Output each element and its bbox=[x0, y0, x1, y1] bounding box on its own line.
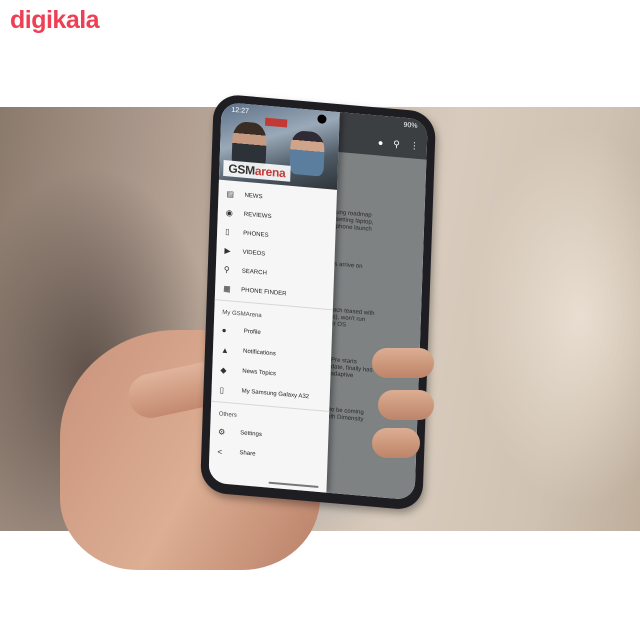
product-photo-page: digikala 12:27 90% ● ⚲ ⋮ ung roadmap set… bbox=[0, 0, 640, 640]
article-snippet[interactable]: s arrive on bbox=[334, 262, 384, 273]
article-snippet[interactable]: ach teased with s), won't run ir OS bbox=[332, 307, 383, 332]
search-icon: ⚲ bbox=[223, 264, 230, 275]
gsmarena-logo: GSMarena bbox=[223, 159, 291, 182]
news-icon: ▤ bbox=[226, 189, 235, 199]
status-time: 12:27 bbox=[231, 106, 250, 116]
status-battery: 90% bbox=[403, 121, 418, 130]
tag-icon: ◆ bbox=[220, 365, 227, 375]
article-snippet[interactable]: ung roadmap setting laptop, phone launch bbox=[336, 210, 387, 235]
eye-icon: ◉ bbox=[225, 208, 233, 218]
person-icon: ● bbox=[221, 325, 227, 335]
device-icon: ▯ bbox=[219, 384, 225, 395]
person-right bbox=[289, 129, 325, 177]
overflow-menu-icon[interactable]: ⋮ bbox=[410, 140, 419, 152]
hand-finger bbox=[372, 348, 434, 378]
share-icon: < bbox=[217, 446, 223, 457]
hand-finger bbox=[372, 428, 420, 458]
main-menu: ▤ NEWS ◉ REVIEWS ▯ PHONES ▶ VIDEOS ⚲ SEA… bbox=[215, 180, 337, 308]
phone: 12:27 90% ● ⚲ ⋮ ung roadmap setting lapto… bbox=[0, 0, 640, 640]
bell-icon[interactable]: ● bbox=[378, 137, 384, 148]
play-icon: ▶ bbox=[224, 246, 231, 256]
navigation-drawer: GSMarena ▤ NEWS ◉ REVIEWS ▯ PHONES ▶ VID… bbox=[208, 101, 340, 493]
gear-icon: ⚙ bbox=[217, 426, 226, 437]
search-icon[interactable]: ⚲ bbox=[393, 139, 400, 151]
hand-finger bbox=[378, 390, 434, 420]
phone-icon: ▯ bbox=[224, 227, 230, 237]
article-snippet[interactable]: to be coming ith Dimensity bbox=[329, 407, 380, 425]
finder-icon: ▦ bbox=[223, 283, 231, 294]
bell-icon: ▲ bbox=[220, 345, 230, 355]
